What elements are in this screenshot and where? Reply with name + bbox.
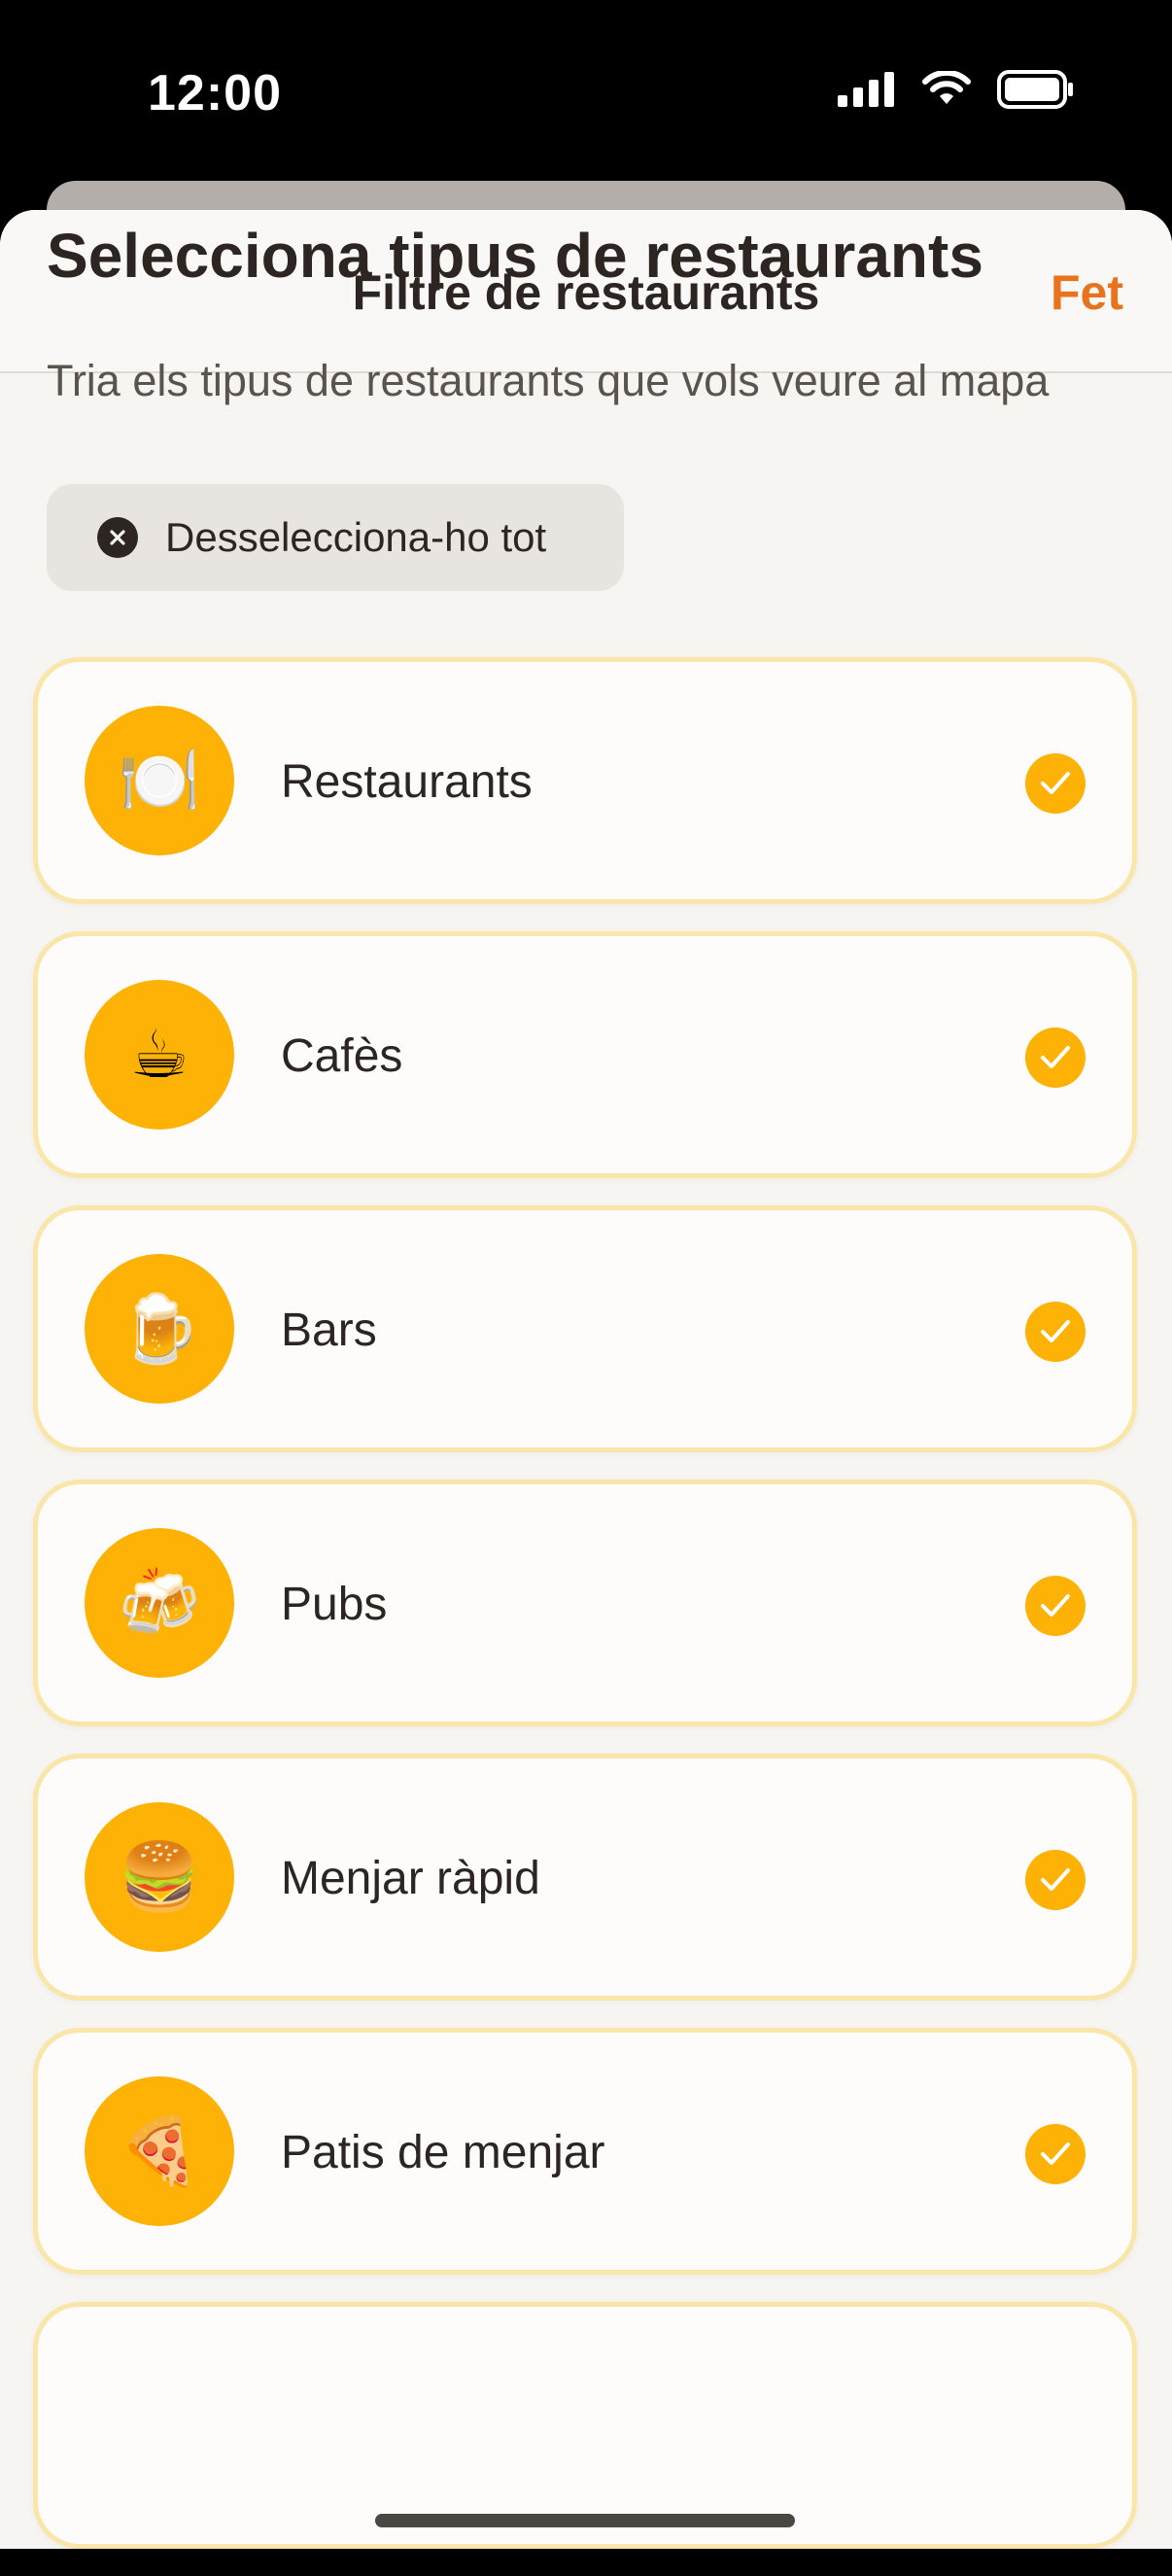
category-label: Menjar ràpid [281, 1853, 540, 1904]
category-item-restaurants[interactable]: 🍽️ Restaurants [33, 657, 1137, 904]
status-bar: 12:00 [0, 0, 1172, 185]
category-item-fast-food[interactable]: 🍔 Menjar ràpid [33, 1754, 1137, 2001]
deselect-all-button[interactable]: Desselecciona-ho tot [47, 484, 624, 591]
category-item-cafes[interactable]: ☕ Cafès [33, 931, 1137, 1178]
page-heading: Selecciona tipus de restaurants [47, 221, 983, 291]
category-item-pubs[interactable]: 🍻 Pubs [33, 1479, 1137, 1726]
cellular-signal-icon [838, 72, 894, 107]
page-subtitle: Tria els tipus de restaurants que vols v… [47, 356, 1050, 405]
category-list: 🍽️ Restaurants ☕ Cafès 🍺 Bars 🍻 Pubs 🍔 M… [33, 657, 1139, 2576]
coffee-icon: ☕ [85, 980, 234, 1130]
wifi-icon [922, 71, 971, 104]
checkmark-icon[interactable] [1025, 1850, 1086, 1910]
deselect-all-label: Desselecciona-ho tot [165, 514, 547, 560]
close-circle-icon [97, 517, 138, 558]
category-label: Bars [281, 1305, 377, 1356]
category-item-food-courts[interactable]: 🍕 Patis de menjar [33, 2028, 1137, 2275]
checkmark-icon[interactable] [1025, 2124, 1086, 2184]
category-item-bars[interactable]: 🍺 Bars [33, 1205, 1137, 1452]
home-indicator[interactable] [375, 2514, 795, 2527]
clinking-beers-icon: 🍻 [85, 1528, 234, 1678]
plate-cutlery-icon: 🍽️ [85, 706, 234, 855]
checkmark-icon[interactable] [1025, 1576, 1086, 1636]
status-icons [838, 70, 1075, 109]
beer-mug-icon: 🍺 [85, 1254, 234, 1404]
category-label: Cafès [281, 1030, 403, 1082]
category-label: Patis de menjar [281, 2127, 605, 2178]
battery-icon [997, 70, 1073, 109]
burger-icon: 🍔 [85, 1802, 234, 1952]
checkmark-icon[interactable] [1025, 1302, 1086, 1362]
category-label: Restaurants [281, 756, 533, 808]
checkmark-icon[interactable] [1025, 753, 1086, 814]
pizza-icon: 🍕 [85, 2076, 234, 2226]
status-time: 12:00 [148, 65, 282, 122]
done-button[interactable]: Fet [1051, 264, 1123, 321]
category-item-next[interactable] [33, 2302, 1137, 2549]
category-label: Pubs [281, 1579, 388, 1630]
checkmark-icon[interactable] [1025, 1027, 1086, 1088]
